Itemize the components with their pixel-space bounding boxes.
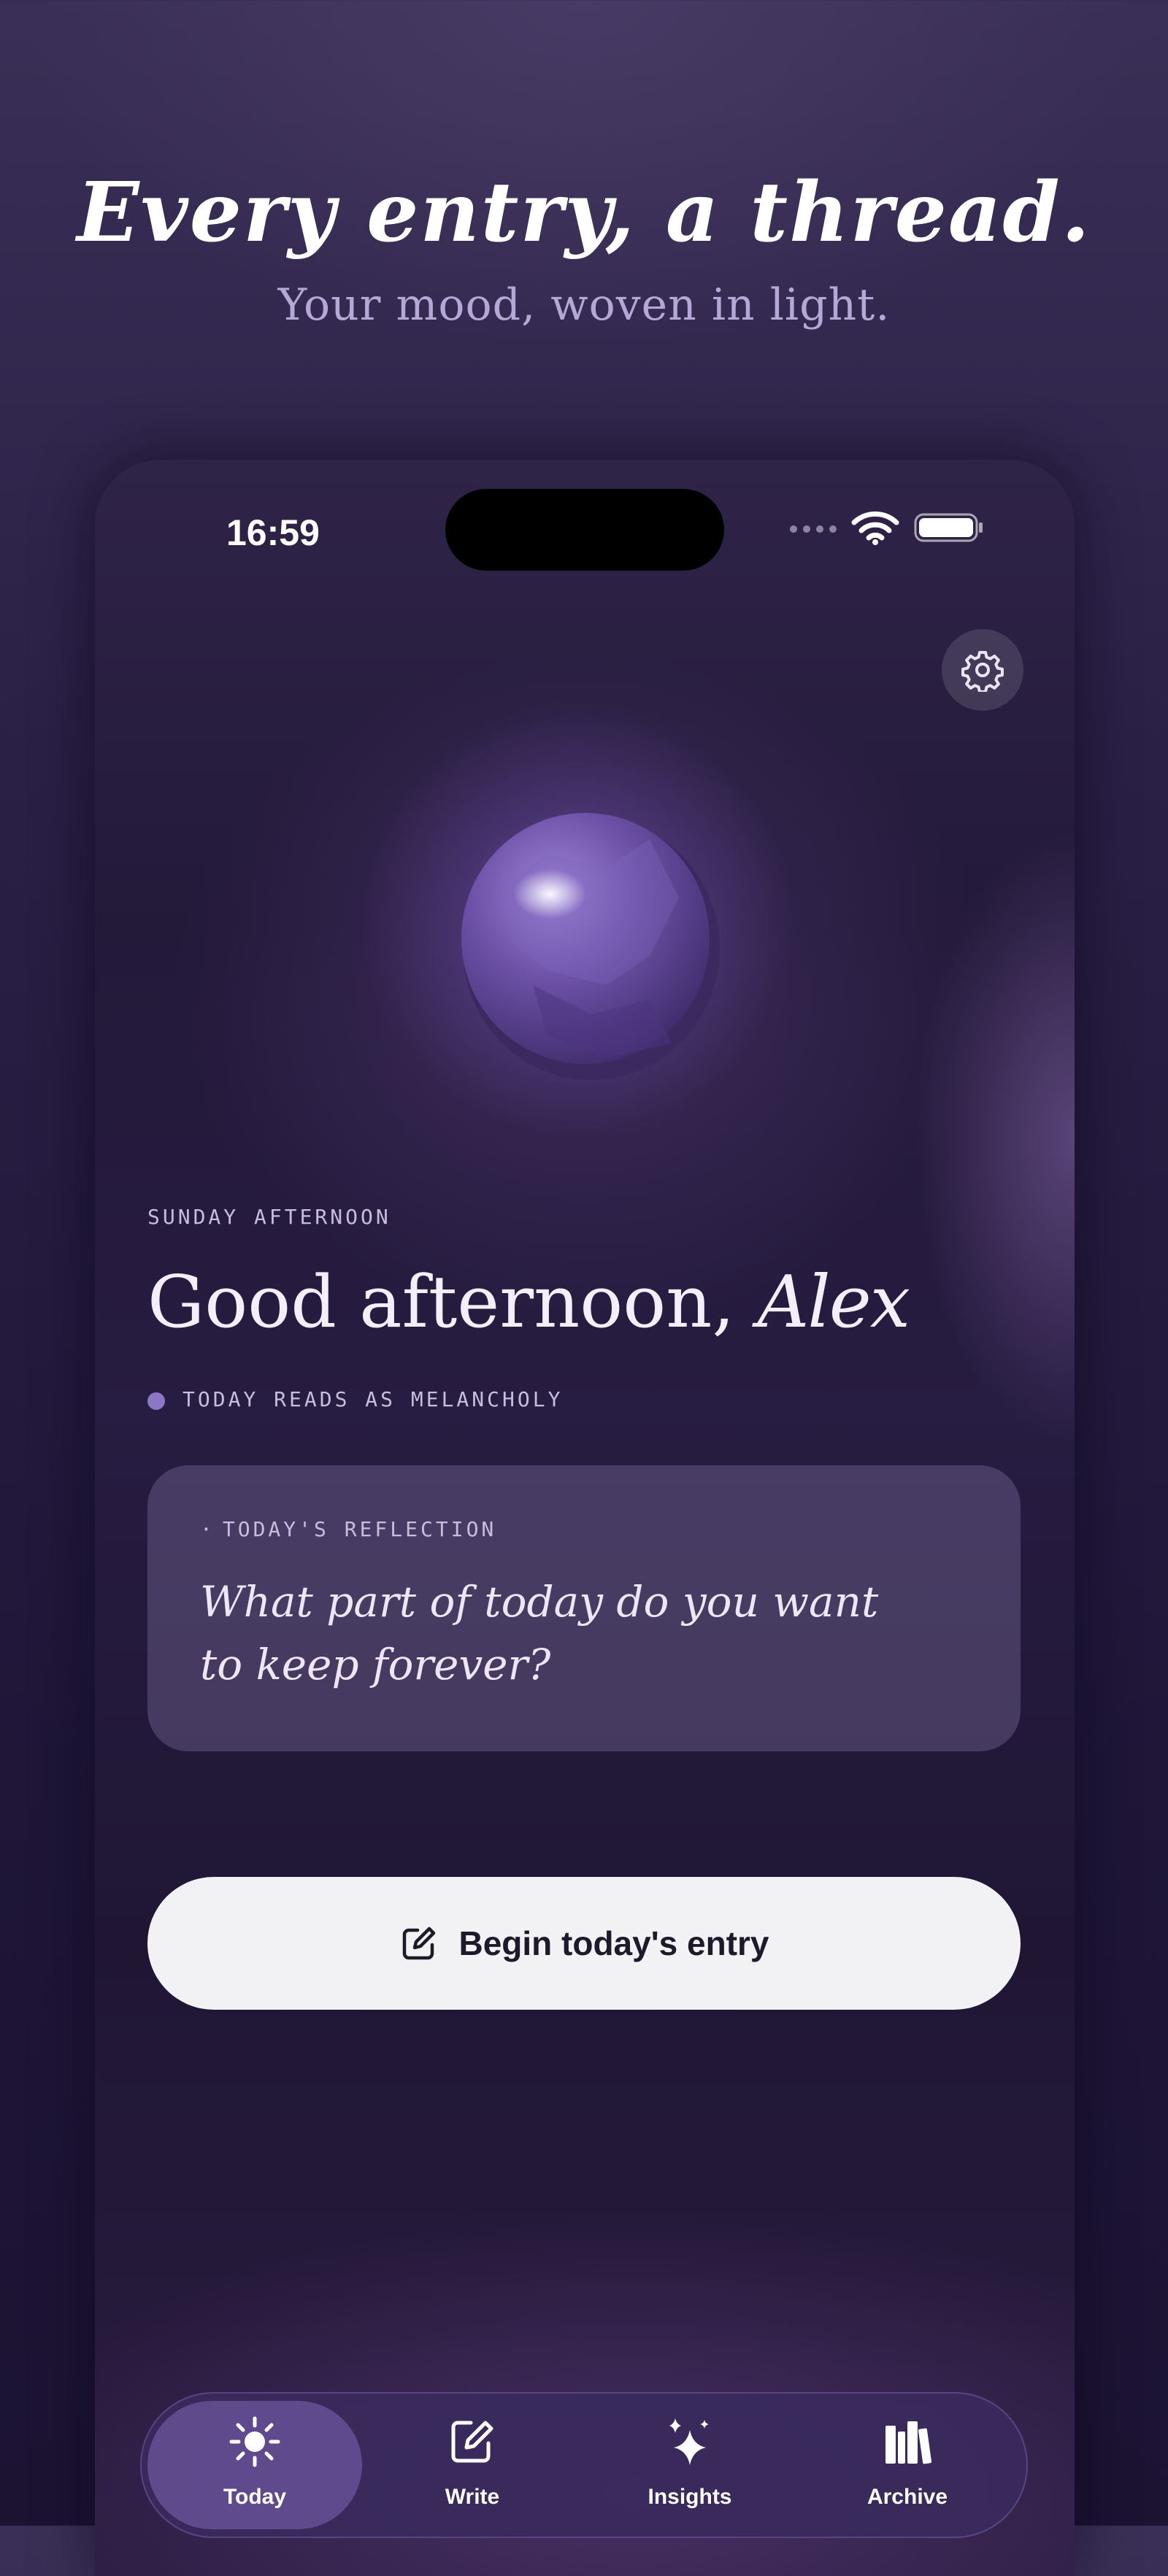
tab-today[interactable]: Today xyxy=(147,2401,362,2529)
phone-screen: 16:59 SUNDAY AFTERNOON Good afternoon, A… xyxy=(95,460,1075,2576)
compose-icon xyxy=(451,2421,493,2463)
tab-write[interactable]: Write xyxy=(365,2401,580,2529)
books-icon xyxy=(885,2421,932,2464)
hero-subtitle: Your mood, woven in light. xyxy=(277,279,891,331)
tab-label-archive: Archive xyxy=(867,2485,948,2509)
reflection-label: · TODAY'S REFLECTION xyxy=(200,1515,496,1544)
tab-insights[interactable]: Insights xyxy=(583,2401,797,2529)
reflection-prompt: What part of today do you want to keep f… xyxy=(200,1577,879,1689)
reflection-card[interactable]: · TODAY'S REFLECTION What part of today d… xyxy=(147,1465,1021,1751)
mood-text: TODAY READS AS MELANCHOLY xyxy=(182,1387,564,1411)
greeting-text: Good afternoon, xyxy=(147,1261,758,1344)
greeting-heading: Good afternoon, Alex xyxy=(147,1255,910,1350)
begin-entry-button[interactable]: Begin today's entry xyxy=(147,1877,1021,2010)
user-name: Alex xyxy=(757,1261,910,1344)
mood-dot xyxy=(147,1392,165,1410)
sparkles-icon xyxy=(669,2418,709,2465)
day-label: SUNDAY AFTERNOON xyxy=(147,1205,391,1229)
tab-label-insights: Insights xyxy=(648,2485,732,2509)
tab-archive[interactable]: Archive xyxy=(800,2401,1015,2529)
tab-bar: Today Write Insights Archive xyxy=(140,2392,1028,2538)
compose-icon xyxy=(403,1927,436,1960)
reflection-bullet: · xyxy=(200,1517,215,1541)
tab-label-write: Write xyxy=(445,2485,500,2509)
begin-entry-label: Begin today's entry xyxy=(458,1924,769,1962)
hero-title: Every entry, a thread. xyxy=(77,165,1091,261)
tab-label-today: Today xyxy=(223,2485,287,2509)
mood-orb xyxy=(461,813,720,1080)
reflection-label-text: TODAY'S REFLECTION xyxy=(222,1517,497,1541)
sun-icon xyxy=(229,2416,280,2467)
